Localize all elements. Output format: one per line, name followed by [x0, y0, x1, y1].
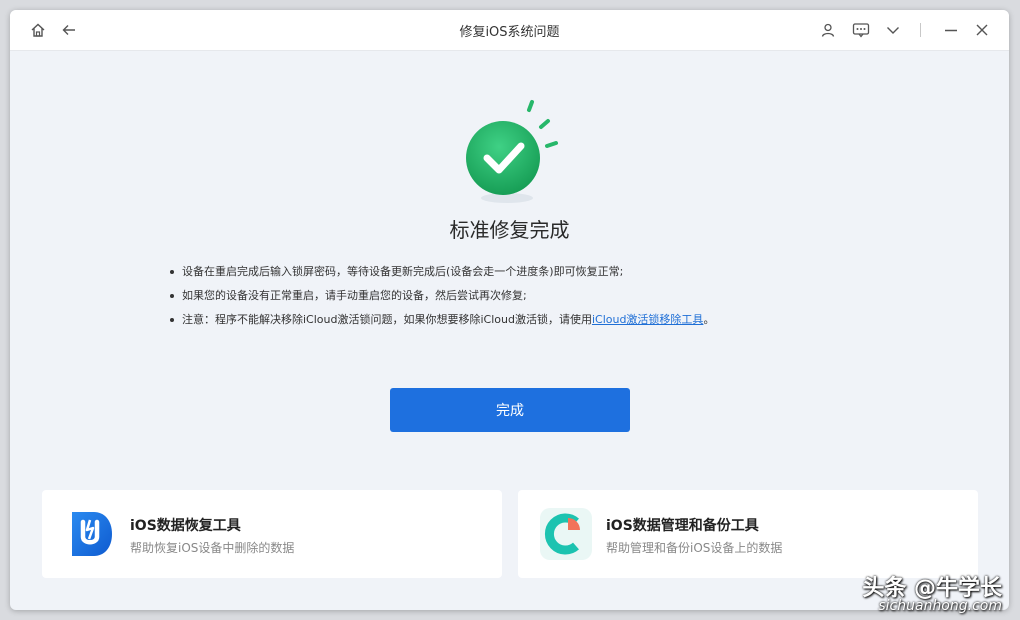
ios-data-recovery-card[interactable]: iOS数据恢复工具 帮助恢复iOS设备中删除的数据 [42, 490, 502, 578]
instruction-list: 设备在重启完成后输入锁屏密码，等待设备更新完成后(设备会走一个进度条)即可恢复正… [170, 262, 870, 334]
list-item: 注意：程序不能解决移除iCloud激活锁问题，如果你想要移除iCloud激活锁，… [170, 310, 870, 334]
card-title: iOS数据恢复工具 [130, 518, 241, 534]
note-text: 设备在重启完成后输入锁屏密码，等待设备更新完成后(设备会走一个进度条)即可恢复正… [182, 265, 624, 278]
success-check-icon [455, 98, 575, 208]
app-window: 修复iOS系统问题 标准修复完成 设备在重启完成后输入锁屏密码，等待设备更新完成… [10, 10, 1009, 610]
list-item: 设备在重启完成后输入锁屏密码，等待设备更新完成后(设备会走一个进度条)即可恢复正… [170, 262, 870, 286]
note-text: 注意：程序不能解决移除iCloud激活锁问题，如果你想要移除iCloud激活锁，… [182, 313, 592, 326]
icloud-unlock-tool-link[interactable]: iCloud激活锁移除工具 [592, 313, 703, 326]
watermark: 头条 @牛学长 sichuanhong.com [862, 570, 1002, 614]
page-title: 标准修复完成 [449, 218, 570, 242]
card-subtitle: 帮助恢复iOS设备中删除的数据 [130, 541, 295, 555]
titlebar-divider [920, 23, 921, 37]
card-title: iOS数据管理和备份工具 [606, 518, 759, 534]
chevron-down-icon[interactable] [883, 20, 903, 40]
titlebar: 修复iOS系统问题 [10, 10, 1009, 51]
done-button[interactable]: 完成 [390, 388, 630, 432]
list-item: 如果您的设备没有正常重启，请手动重启您的设备，然后尝试再次修复; [170, 286, 870, 310]
data-recovery-logo-icon [64, 508, 116, 560]
watermark-site: sichuanhong.com [878, 598, 1002, 614]
data-manager-logo-icon [540, 508, 592, 560]
minimize-icon[interactable] [941, 20, 961, 40]
feedback-icon[interactable] [851, 20, 871, 40]
note-text: 。 [703, 313, 715, 326]
user-icon[interactable] [818, 20, 838, 40]
note-text: 如果您的设备没有正常重启，请手动重启您的设备，然后尝试再次修复; [182, 289, 527, 302]
ios-data-manager-card[interactable]: iOS数据管理和备份工具 帮助管理和备份iOS设备上的数据 [518, 490, 978, 578]
close-icon[interactable] [972, 20, 992, 40]
card-subtitle: 帮助管理和备份iOS设备上的数据 [606, 541, 783, 555]
